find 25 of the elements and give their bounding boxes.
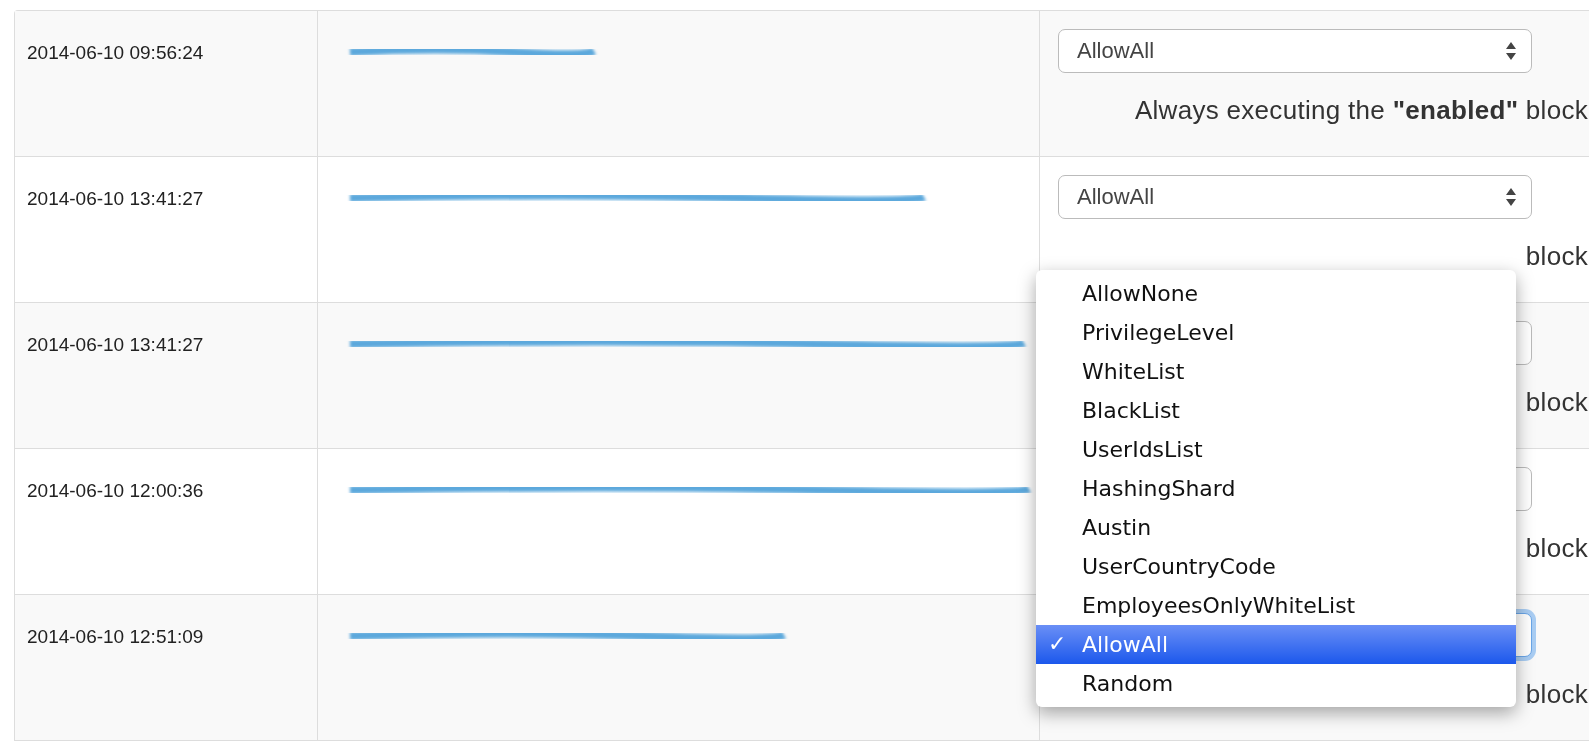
- menu-option[interactable]: PrivilegeLevel: [1036, 313, 1516, 352]
- menu-option[interactable]: Austin: [1036, 508, 1516, 547]
- policy-description: Always executing the "enabled" block: [1134, 95, 1588, 125]
- menu-option[interactable]: UserIdsList: [1036, 430, 1516, 469]
- menu-option[interactable]: WhiteList: [1036, 352, 1516, 391]
- timestamp: 2014-06-10 12:51:09: [27, 626, 204, 647]
- menu-option[interactable]: Random: [1036, 664, 1516, 703]
- menu-option[interactable]: HashingShard: [1036, 469, 1516, 508]
- menu-option[interactable]: UserCountryCode: [1036, 547, 1516, 586]
- policy-description: block: [1525, 241, 1588, 271]
- policy-description: block: [1525, 533, 1588, 563]
- up-down-arrows-icon: [1505, 41, 1517, 61]
- policy-description: block: [1525, 387, 1588, 417]
- timestamp: 2014-06-10 13:41:27: [27, 334, 204, 355]
- menu-option[interactable]: EmployeesOnlyWhiteList: [1036, 586, 1516, 625]
- up-down-arrows-icon: [1505, 187, 1517, 207]
- policy-select[interactable]: AllowAll: [1058, 175, 1532, 219]
- policy-description: block: [1525, 679, 1588, 709]
- timestamp: 2014-06-10 12:00:36: [27, 480, 204, 501]
- timestamp: 2014-06-10 13:41:27: [27, 188, 204, 209]
- timestamp: 2014-06-10 09:56:24: [27, 42, 204, 63]
- menu-option[interactable]: ✓ AllowAll: [1036, 625, 1516, 664]
- policy-select[interactable]: AllowAll: [1058, 29, 1532, 73]
- menu-option[interactable]: AllowNone: [1036, 274, 1516, 313]
- menu-option[interactable]: BlackList: [1036, 391, 1516, 430]
